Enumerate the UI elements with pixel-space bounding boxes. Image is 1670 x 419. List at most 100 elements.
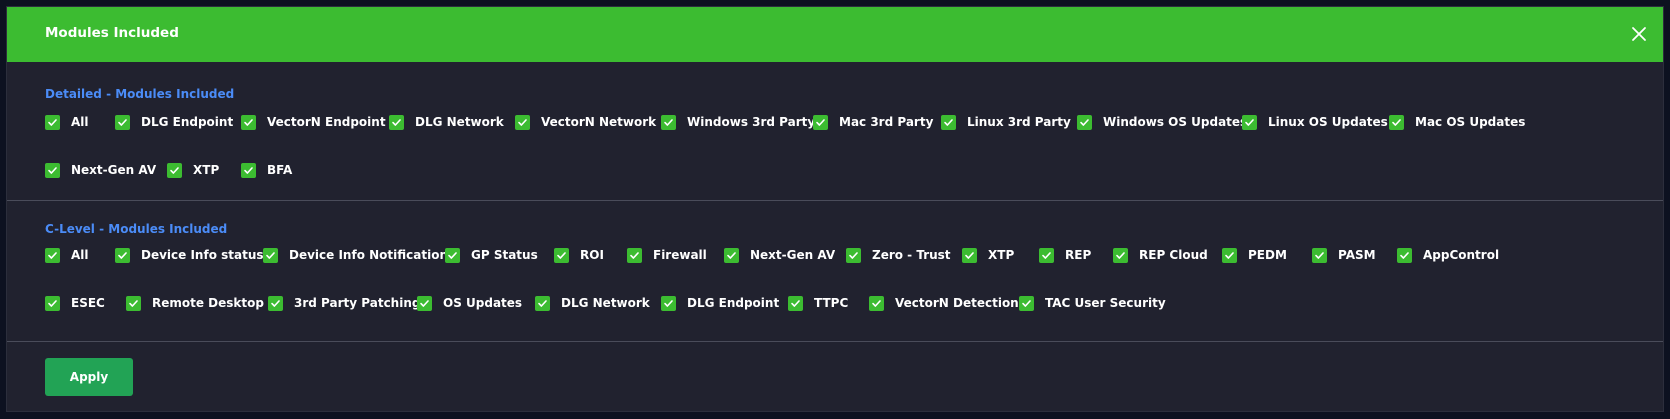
clevel-module-checkbox[interactable]: Remote Desktop [126,295,264,311]
checkbox-label: VectorN Endpoint [267,115,386,129]
checkbox-checked-icon[interactable] [535,295,550,311]
detailed-module-checkbox[interactable]: DLG Endpoint [115,114,233,130]
checkbox-checked-icon[interactable] [788,295,803,311]
checkbox-checked-icon[interactable] [554,247,569,263]
checkbox-label: REP [1065,248,1092,262]
close-icon[interactable] [1629,24,1649,44]
clevel-module-checkbox[interactable]: ROI [554,247,604,263]
checkbox-checked-icon[interactable] [241,162,256,178]
clevel-module-checkbox[interactable]: AppControl [1397,247,1499,263]
clevel-module-checkbox[interactable]: Firewall [627,247,707,263]
checkbox-checked-icon[interactable] [1222,247,1237,263]
checkbox-label: Firewall [653,248,707,262]
detailed-module-checkbox[interactable]: Next-Gen AV [45,162,156,178]
detailed-module-checkbox[interactable]: BFA [241,162,292,178]
clevel-module-checkbox[interactable]: Zero - Trust [846,247,951,263]
checkbox-checked-icon[interactable] [45,162,60,178]
clevel-module-checkbox[interactable]: ESEC [45,295,105,311]
checkbox-label: All [71,248,89,262]
checkbox-checked-icon[interactable] [445,247,460,263]
checkbox-label: Linux OS Updates [1268,115,1388,129]
detailed-module-checkbox[interactable]: Windows 3rd Party [661,114,815,130]
checkbox-checked-icon[interactable] [115,114,130,130]
section-title-clevel: C-Level - Modules Included [45,222,228,236]
checkbox-label: Device Info status [141,248,264,262]
detailed-module-checkbox[interactable]: Linux OS Updates [1242,114,1388,130]
clevel-module-checkbox[interactable]: All [45,247,89,263]
checkbox-checked-icon[interactable] [813,114,828,130]
checkbox-checked-icon[interactable] [661,295,676,311]
clevel-module-checkbox[interactable]: Device Info status [115,247,264,263]
checkbox-label: Linux 3rd Party [967,115,1071,129]
checkbox-checked-icon[interactable] [45,295,60,311]
clevel-module-checkbox[interactable]: TAC User Security [1019,295,1166,311]
clevel-module-checkbox[interactable]: REP [1039,247,1091,263]
checkbox-checked-icon[interactable] [724,247,739,263]
detailed-module-checkbox[interactable]: Mac OS Updates [1389,114,1525,130]
checkbox-label: PEDM [1248,248,1287,262]
clevel-module-checkbox[interactable]: Device Info Notifications [263,247,455,263]
clevel-module-checkbox[interactable]: DLG Network [535,295,650,311]
checkbox-label: OS Updates [443,296,523,310]
checkbox-checked-icon[interactable] [846,247,861,263]
checkbox-checked-icon[interactable] [627,247,642,263]
detailed-module-checkbox[interactable]: Linux 3rd Party [941,114,1071,130]
checkbox-label: VectorN Network [541,115,657,129]
detailed-module-checkbox[interactable]: Mac 3rd Party [813,114,933,130]
checkbox-checked-icon[interactable] [268,295,283,311]
checkbox-checked-icon[interactable] [869,295,884,311]
checkbox-checked-icon[interactable] [1397,247,1412,263]
clevel-module-checkbox[interactable]: DLG Endpoint [661,295,779,311]
detailed-module-checkbox[interactable]: DLG Network [389,114,504,130]
checkbox-checked-icon[interactable] [241,114,256,130]
checkbox-checked-icon[interactable] [389,114,404,130]
checkbox-checked-icon[interactable] [126,295,141,311]
detailed-module-checkbox[interactable]: VectorN Endpoint [241,114,386,130]
checkbox-checked-icon[interactable] [115,247,130,263]
detailed-module-checkbox[interactable]: Windows OS Updates [1077,114,1247,130]
clevel-module-checkbox[interactable]: PEDM [1222,247,1287,263]
clevel-module-checkbox[interactable]: TTPC [788,295,848,311]
checkbox-checked-icon[interactable] [1077,114,1092,130]
checkbox-checked-icon[interactable] [1389,114,1404,130]
checkbox-checked-icon[interactable] [1113,247,1128,263]
checkbox-checked-icon[interactable] [167,162,182,178]
checkbox-label: PASM [1338,248,1376,262]
checkbox-checked-icon[interactable] [941,114,956,130]
checkbox-label: Remote Desktop [152,296,264,310]
checkbox-label: Windows OS Updates [1103,115,1248,129]
checkbox-checked-icon[interactable] [1312,247,1327,263]
checkbox-label: DLG Network [561,296,650,310]
checkbox-label: Zero - Trust [872,248,951,262]
apply-button[interactable]: Apply [45,358,133,396]
detailed-module-checkbox[interactable]: VectorN Network [515,114,656,130]
checkbox-checked-icon[interactable] [661,114,676,130]
checkbox-checked-icon[interactable] [263,247,278,263]
clevel-module-checkbox[interactable]: XTP [962,247,1014,263]
checkbox-label: XTP [193,163,220,177]
section-title-detailed: Detailed - Modules Included [45,87,235,101]
clevel-module-checkbox[interactable]: GP Status [445,247,538,263]
checkbox-label: ESEC [71,296,105,310]
clevel-module-checkbox[interactable]: VectorN Detection [869,295,1019,311]
clevel-module-checkbox[interactable]: 3rd Party Patching [268,295,420,311]
checkbox-checked-icon[interactable] [1242,114,1257,130]
checkbox-label: Mac OS Updates [1415,115,1526,129]
detailed-module-checkbox[interactable]: XTP [167,162,219,178]
clevel-module-checkbox[interactable]: PASM [1312,247,1376,263]
checkbox-checked-icon[interactable] [515,114,530,130]
checkbox-checked-icon[interactable] [1019,295,1034,311]
checkbox-checked-icon[interactable] [417,295,432,311]
clevel-module-checkbox[interactable]: OS Updates [417,295,522,311]
checkbox-label: DLG Endpoint [687,296,780,310]
checkbox-label: XTP [988,248,1015,262]
detailed-module-checkbox[interactable]: All [45,114,89,130]
checkbox-checked-icon[interactable] [45,247,60,263]
checkbox-label: DLG Endpoint [141,115,234,129]
checkbox-checked-icon[interactable] [1039,247,1054,263]
clevel-module-checkbox[interactable]: Next-Gen AV [724,247,835,263]
checkbox-checked-icon[interactable] [45,114,60,130]
checkbox-label: VectorN Detection [895,296,1019,310]
clevel-module-checkbox[interactable]: REP Cloud [1113,247,1208,263]
checkbox-checked-icon[interactable] [962,247,977,263]
